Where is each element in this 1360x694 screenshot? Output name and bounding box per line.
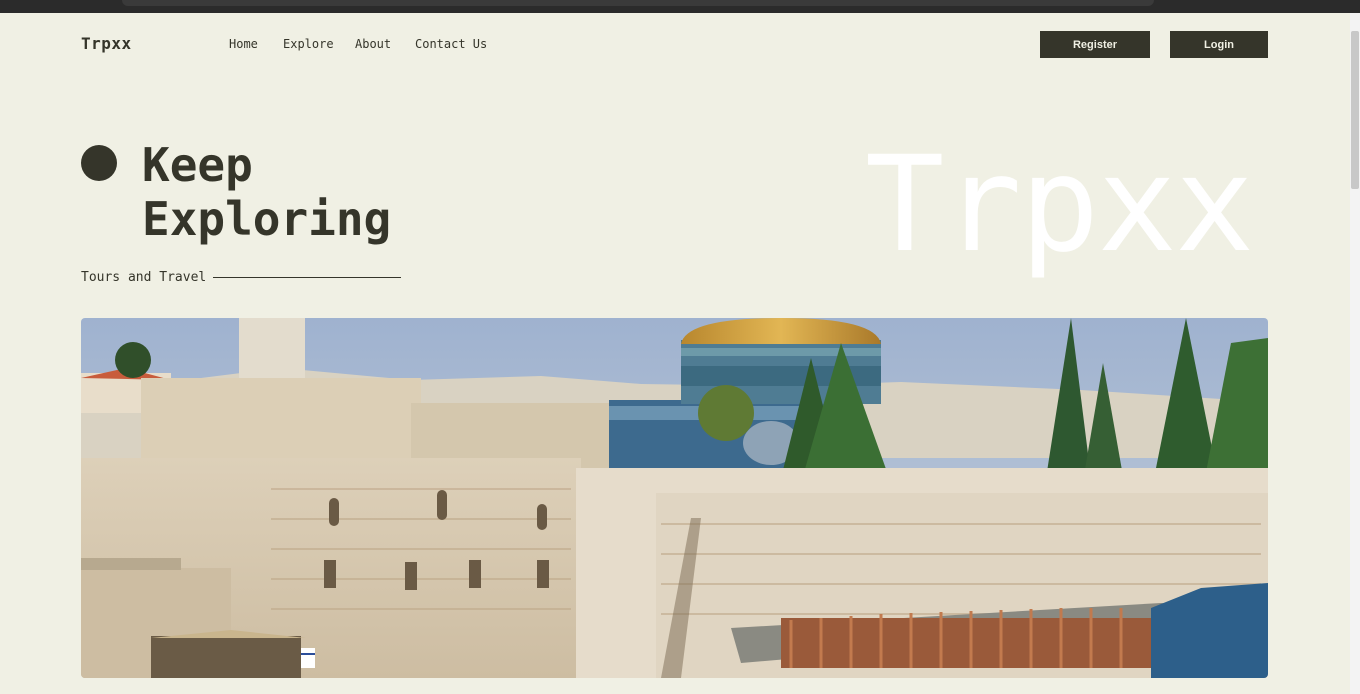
headline-line-2: Exploring xyxy=(142,192,392,246)
browser-tab-bar xyxy=(122,0,1154,6)
nav-contact-link[interactable]: Contact Us xyxy=(415,37,487,51)
browser-top-strip xyxy=(0,0,1360,13)
headline-line-1: Keep xyxy=(142,138,253,192)
brand-watermark: Trpxx xyxy=(865,128,1254,282)
hero-headline: Keep Exploring xyxy=(142,138,391,246)
tagline-rule xyxy=(213,277,401,278)
register-button[interactable]: Register xyxy=(1040,31,1150,58)
scrollbar-thumb[interactable] xyxy=(1351,31,1359,189)
login-button[interactable]: Login xyxy=(1170,31,1268,58)
nav-about-link[interactable]: About xyxy=(355,37,391,51)
jerusalem-photo-illustration xyxy=(81,318,1268,678)
site-logo[interactable]: Trpxx xyxy=(81,34,132,53)
headline-dot xyxy=(81,145,117,181)
hero-image xyxy=(81,318,1268,678)
hero-tagline: Tours and Travel xyxy=(81,270,207,285)
page-scrollbar[interactable] xyxy=(1350,13,1360,694)
nav-explore-link[interactable]: Explore xyxy=(283,37,334,51)
nav-home-link[interactable]: Home xyxy=(229,37,258,51)
